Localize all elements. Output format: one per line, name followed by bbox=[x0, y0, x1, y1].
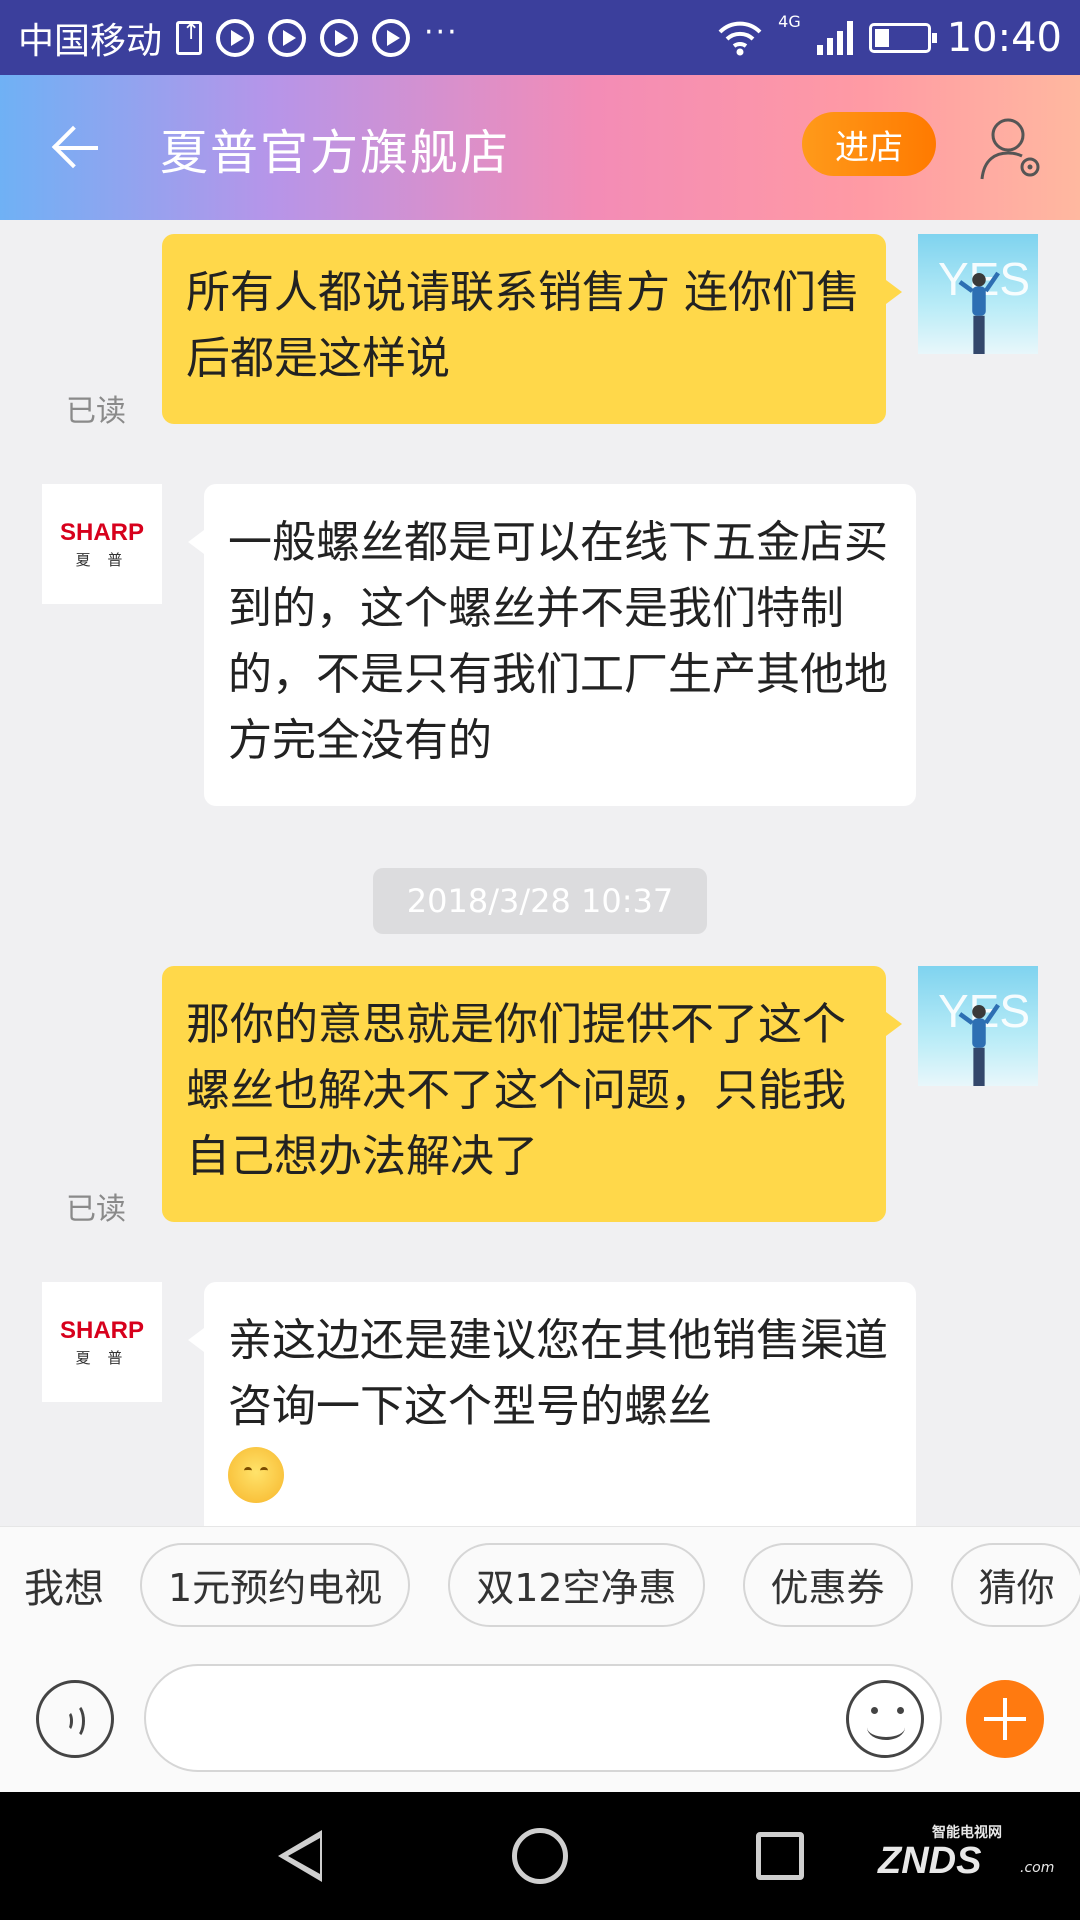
upload-icon bbox=[176, 20, 203, 55]
more-actions-plus-icon[interactable] bbox=[966, 1680, 1044, 1758]
my-avatar[interactable]: YES bbox=[918, 234, 1038, 354]
voice-input-icon[interactable] bbox=[36, 1680, 114, 1758]
play-notification-icon bbox=[216, 18, 255, 57]
user-settings-icon[interactable] bbox=[978, 113, 1048, 183]
my-avatar[interactable]: YES bbox=[918, 966, 1038, 1086]
shop-avatar[interactable]: SHARP 夏 普 bbox=[42, 1282, 162, 1402]
my-message-bubble[interactable]: 所有人都说请联系销售方 连你们售后都是这样说 bbox=[162, 234, 902, 424]
emoji-icon[interactable] bbox=[846, 1680, 924, 1758]
shop-avatar[interactable]: SHARP 夏 普 bbox=[42, 484, 162, 604]
shop-message-bubble[interactable]: 亲这边还是建议您在其他销售渠道咨询一下这个型号的螺丝 bbox=[188, 1282, 916, 1526]
watermark-logo: 智能电视网 ZNDS .com bbox=[878, 1825, 1055, 1882]
read-status: 已读 bbox=[66, 394, 126, 429]
shop-brand-logo: SHARP bbox=[59, 518, 144, 546]
play-notification-icon bbox=[320, 18, 359, 57]
carrier-name: 中国移动 bbox=[18, 20, 163, 62]
message-timestamp: 2018/3/28 10:37 bbox=[373, 868, 707, 934]
person-figure-icon bbox=[958, 1003, 1000, 1086]
suggestion-chip[interactable]: 双12空净惠 bbox=[448, 1542, 705, 1627]
shop-message-text: 亲这边还是建议您在其他销售渠道咨询一下这个型号的螺丝 bbox=[228, 1315, 888, 1432]
back-arrow-icon[interactable] bbox=[50, 118, 110, 178]
suggestions-label: 我想 bbox=[24, 1565, 104, 1612]
clock: 10:40 bbox=[946, 14, 1062, 61]
chat-header: 夏普官方旗舰店 进店 bbox=[0, 75, 1080, 220]
shop-message-bubble[interactable]: 一般螺丝都是可以在线下五金店买到的，这个螺丝并不是我们特制的，不是只有我们工厂生… bbox=[188, 484, 916, 806]
nav-back-icon[interactable] bbox=[278, 1830, 322, 1882]
status-bar: 中国移动 ··· 4G 10:40 bbox=[0, 0, 1080, 75]
my-message-bubble[interactable]: 那你的意思就是你们提供不了这个螺丝也解决不了这个问题，只能我自己想办法解决了 bbox=[162, 966, 902, 1222]
enter-store-button[interactable]: 进店 bbox=[802, 112, 936, 176]
system-nav-bar: 智能电视网 ZNDS .com bbox=[0, 1792, 1080, 1920]
quick-suggestions: 我想 1元预约电视 双12空净惠 优惠券 猜你 bbox=[0, 1526, 1080, 1642]
network-type: 4G bbox=[778, 12, 801, 31]
person-figure-icon bbox=[958, 271, 1000, 354]
shop-brand-cn: 夏 普 bbox=[75, 1348, 129, 1367]
battery-icon bbox=[868, 22, 937, 53]
read-status: 已读 bbox=[66, 1192, 126, 1227]
shy-smile-emoji-icon bbox=[228, 1447, 284, 1503]
signal-icon bbox=[816, 20, 853, 55]
page-title: 夏普官方旗舰店 bbox=[160, 124, 511, 181]
play-notification-icon bbox=[268, 18, 307, 57]
message-list[interactable]: 所有人都说请联系销售方 连你们售后都是这样说 已读 YES SHARP 夏 普 … bbox=[0, 220, 1080, 1526]
shop-brand-logo: SHARP bbox=[59, 1316, 144, 1344]
composer bbox=[0, 1642, 1080, 1792]
message-input[interactable] bbox=[144, 1664, 942, 1772]
suggestion-chip[interactable]: 优惠券 bbox=[742, 1542, 913, 1627]
play-notification-icon bbox=[372, 18, 411, 57]
nav-recent-apps-icon[interactable] bbox=[756, 1832, 804, 1880]
wifi-icon bbox=[718, 21, 762, 55]
shop-brand-cn: 夏 普 bbox=[75, 550, 129, 569]
suggestion-chip[interactable]: 1元预约电视 bbox=[140, 1542, 411, 1627]
nav-home-icon[interactable] bbox=[512, 1828, 568, 1884]
more-notifications-icon: ··· bbox=[424, 15, 459, 50]
suggestion-chip[interactable]: 猜你 bbox=[950, 1542, 1080, 1627]
